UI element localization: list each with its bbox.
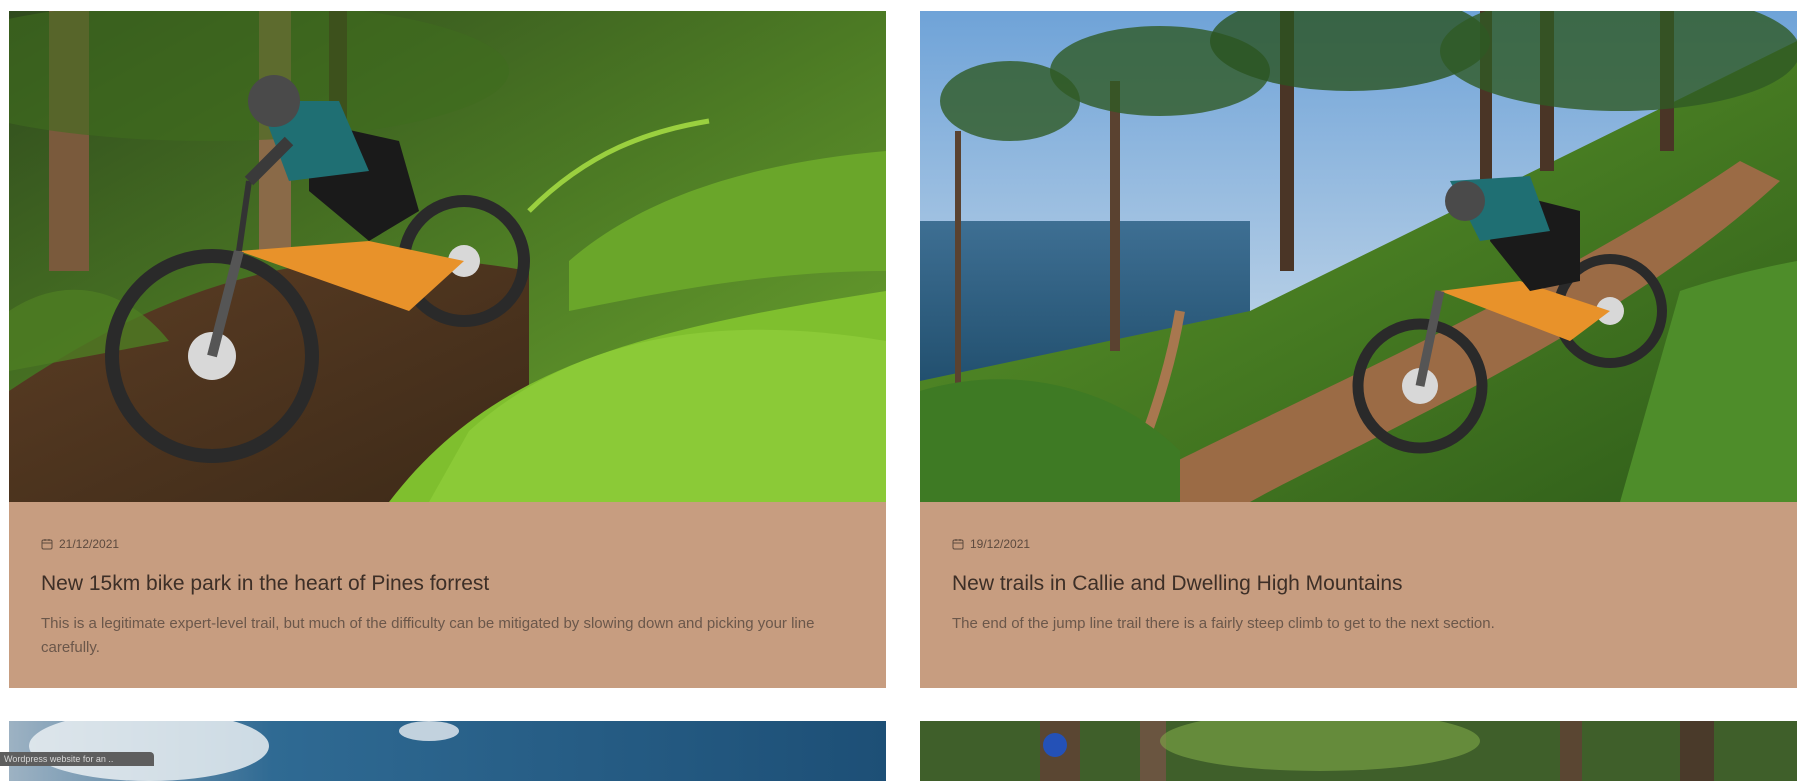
post-date-text: 19/12/2021: [970, 537, 1031, 551]
calendar-icon: [952, 539, 964, 550]
post-date-text: 21/12/2021: [59, 537, 120, 551]
post-title-link[interactable]: New trails in Callie and Dwelling High M…: [952, 570, 1765, 598]
post-card[interactable]: 19/12/2021 New trails in Callie and Dwel…: [920, 11, 1797, 688]
post-image[interactable]: [9, 11, 886, 502]
post-body: 19/12/2021 New trails in Callie and Dwel…: [920, 502, 1797, 688]
post-excerpt: This is a legitimate expert-level trail,…: [41, 615, 815, 656]
mountain-sky-photo: [9, 721, 886, 781]
coastal-forest-photo: [920, 11, 1797, 502]
calendar-icon: [41, 539, 53, 550]
forest-ferns-photo: [9, 11, 886, 502]
forest-trees-photo: [920, 721, 1797, 781]
post-body: 21/12/2021 New 15km bike park in the hea…: [9, 502, 886, 688]
post-date: 21/12/2021: [41, 536, 854, 552]
post-excerpt: The end of the jump line trail there is …: [952, 615, 1495, 632]
posts-grid: 21/12/2021 New 15km bike park in the hea…: [9, 11, 1797, 781]
post-card[interactable]: 21/12/2021 New 15km bike park in the hea…: [9, 11, 886, 688]
post-image[interactable]: [920, 11, 1797, 502]
post-date: 19/12/2021: [952, 536, 1765, 552]
post-card[interactable]: [9, 721, 886, 781]
post-card[interactable]: [920, 721, 1797, 781]
status-badge: Wordpress website for an ..: [0, 752, 154, 766]
post-image[interactable]: [9, 721, 886, 781]
post-title-link[interactable]: New 15km bike park in the heart of Pines…: [41, 570, 854, 598]
post-image[interactable]: [920, 721, 1797, 781]
